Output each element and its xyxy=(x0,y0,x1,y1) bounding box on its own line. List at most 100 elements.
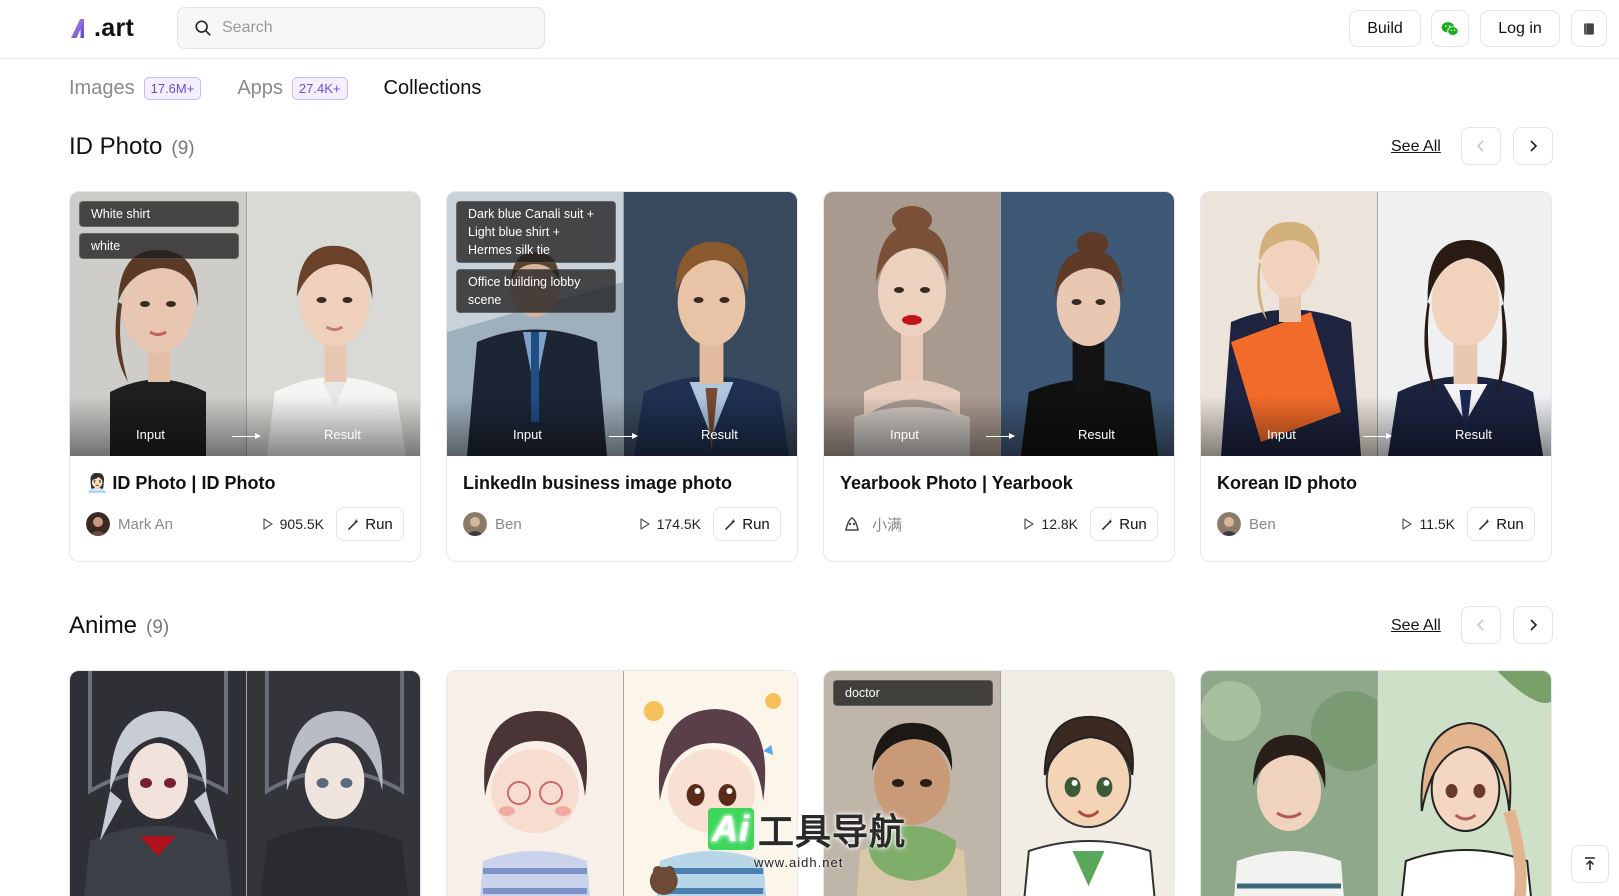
run-button[interactable]: Run xyxy=(1090,507,1158,541)
watermark-title: 工具导航 xyxy=(758,811,907,852)
card-title[interactable]: Yearbook Photo | Yearbook xyxy=(840,473,1158,494)
app-card[interactable]: Dark blue Canali suit + Light blue shirt… xyxy=(446,191,798,562)
play-count: 174.5K xyxy=(639,516,701,532)
result-image xyxy=(1377,671,1551,896)
card-title[interactable]: LinkedIn business image photo xyxy=(463,473,781,494)
section-title-id-photo: ID Photo (9) xyxy=(69,133,195,161)
tab-label: Images xyxy=(69,76,135,99)
play-count: 905.5K xyxy=(262,516,324,532)
play-count: 11.5K xyxy=(1401,516,1455,532)
book-icon xyxy=(1584,22,1594,35)
card-preview xyxy=(70,671,420,896)
section-name: ID Photo xyxy=(69,133,163,160)
tab-apps[interactable]: Apps 27.4K+ xyxy=(237,76,348,100)
result-image xyxy=(246,671,420,896)
avatar[interactable] xyxy=(86,512,110,536)
card-body: Yearbook Photo | Yearbook 小满 12.8K Run xyxy=(824,456,1174,561)
top-header: .art Build Log in xyxy=(0,0,1619,59)
run-label: Run xyxy=(1496,515,1524,533)
avatar[interactable] xyxy=(840,512,864,536)
run-button[interactable]: Run xyxy=(336,507,404,541)
card-preview xyxy=(1201,671,1551,896)
carousel-prev-button[interactable] xyxy=(1461,606,1501,644)
play-count-value: 12.8K xyxy=(1041,516,1078,532)
arrow-right-icon xyxy=(609,433,638,439)
author-name[interactable]: 小满 xyxy=(872,514,1023,535)
card-body: Korean ID photo Ben 11.5K Run xyxy=(1201,456,1551,561)
arrow-right-icon xyxy=(986,433,1015,439)
logo-text: .art xyxy=(94,13,135,42)
input-image xyxy=(447,671,623,896)
avatar[interactable] xyxy=(463,512,487,536)
back-to-top-button[interactable] xyxy=(1571,845,1609,883)
search-box[interactable] xyxy=(177,7,545,49)
carousel-next-button[interactable] xyxy=(1513,606,1553,644)
prompt-tags: White shirt white xyxy=(79,201,239,265)
card-meta: 小满 12.8K Run xyxy=(840,507,1158,541)
prompt-tag: Office building lobby scene xyxy=(456,269,616,313)
run-button[interactable]: Run xyxy=(713,507,781,541)
play-icon xyxy=(640,518,650,530)
search-input[interactable] xyxy=(222,19,522,37)
tab-images[interactable]: Images 17.6M+ xyxy=(69,76,202,100)
title-emoji: 👩🏻‍💼 xyxy=(86,473,109,493)
input-image xyxy=(70,671,246,896)
prompt-tag: Dark blue Canali suit + Light blue shirt… xyxy=(456,201,616,263)
chevron-right-icon xyxy=(1530,619,1538,631)
play-count-value: 11.5K xyxy=(1419,516,1455,532)
card-meta: Ben 174.5K Run xyxy=(463,507,781,541)
play-icon xyxy=(263,518,273,530)
play-count-value: 905.5K xyxy=(279,516,324,532)
tab-collections[interactable]: Collections xyxy=(384,77,482,100)
run-button[interactable]: Run xyxy=(1467,507,1535,541)
magic-wand-icon xyxy=(1479,518,1490,530)
carousel-prev-button[interactable] xyxy=(1461,127,1501,165)
wechat-button[interactable] xyxy=(1431,10,1469,47)
section-count: (9) xyxy=(171,138,195,159)
see-all-link[interactable]: See All xyxy=(1391,617,1441,635)
title-text: LinkedIn business image photo xyxy=(463,473,733,493)
image-shade xyxy=(447,396,797,456)
count-badge: 17.6M+ xyxy=(143,76,202,100)
see-all-link[interactable]: See All xyxy=(1391,138,1441,156)
author-name[interactable]: Ben xyxy=(1249,516,1401,533)
card-preview: Input Result xyxy=(1201,192,1551,456)
app-card[interactable] xyxy=(1200,670,1552,896)
result-label: Result xyxy=(1078,427,1115,442)
arrow-up-to-top-icon xyxy=(1585,857,1595,870)
image-shade xyxy=(70,396,420,456)
arrow-right-icon xyxy=(1363,433,1392,439)
app-card[interactable]: Input Result Yearbook Photo | Yearbook 小… xyxy=(823,191,1175,562)
chevron-left-icon xyxy=(1476,619,1484,631)
card-preview: Dark blue Canali suit + Light blue shirt… xyxy=(447,192,797,456)
run-label: Run xyxy=(742,515,770,533)
avatar[interactable] xyxy=(1217,512,1241,536)
arrow-right-icon xyxy=(232,433,261,439)
site-logo[interactable]: .art xyxy=(69,13,134,43)
result-label: Result xyxy=(701,427,738,442)
card-title[interactable]: 👩🏻‍💼 ID Photo | ID Photo xyxy=(86,473,404,494)
input-label: Input xyxy=(890,427,919,442)
card-title[interactable]: Korean ID photo xyxy=(1217,473,1535,494)
play-icon xyxy=(1024,518,1035,530)
result-label: Result xyxy=(1455,427,1492,442)
run-label: Run xyxy=(1119,515,1147,533)
content-tabs: Images 17.6M+ Apps 27.4K+ Collections xyxy=(69,72,517,104)
play-count: 12.8K xyxy=(1023,516,1078,532)
section-title-anime: Anime (9) xyxy=(69,612,169,640)
input-label: Input xyxy=(513,427,542,442)
build-button[interactable]: Build xyxy=(1349,10,1421,47)
carousel-next-button[interactable] xyxy=(1513,127,1553,165)
app-card[interactable] xyxy=(69,670,421,896)
input-label: Input xyxy=(1267,427,1296,442)
input-image xyxy=(1201,671,1377,896)
image-shade xyxy=(1201,396,1551,456)
prompt-tag: white xyxy=(79,233,239,259)
author-name[interactable]: Mark An xyxy=(118,516,262,533)
docs-button[interactable] xyxy=(1571,10,1607,47)
app-card[interactable]: Input Result Korean ID photo Ben 11.5K R… xyxy=(1200,191,1552,562)
login-button[interactable]: Log in xyxy=(1480,10,1560,47)
app-card[interactable]: White shirt white Input Result 👩🏻‍💼 ID P… xyxy=(69,191,421,562)
author-name[interactable]: Ben xyxy=(495,516,639,533)
card-preview: Input Result xyxy=(824,192,1174,456)
